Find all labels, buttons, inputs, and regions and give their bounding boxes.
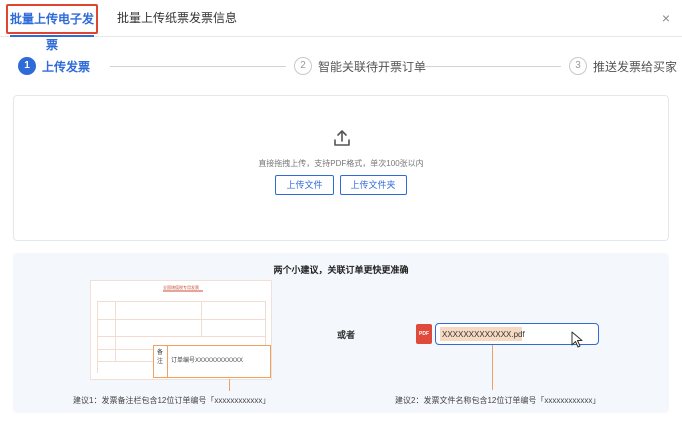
progress-steps: 1 上传发票 2 智能关联待开票订单 3 推送发票给买家 (18, 55, 677, 77)
remark-label: 备注 (157, 350, 164, 365)
invoice-sample-rule (97, 336, 265, 337)
pdf-file-icon: PDF (416, 324, 432, 344)
step-label: 上传发票 (42, 59, 91, 74)
step-upload-invoice: 1 上传发票 (18, 55, 90, 77)
invoice-sample-rule (97, 301, 265, 302)
step-label: 推送发票给买家 (593, 59, 678, 74)
or-separator: 或者 (337, 330, 356, 340)
upload-hint: 直接拖拽上传，支持PDF格式，单次100张以内 (258, 159, 424, 168)
step-link-orders: 2 智能关联待开票订单 (294, 55, 426, 77)
upload-buttons: 上传文件 上传文件夹 (14, 175, 668, 195)
tab-bar: 批量上传电子发票 批量上传纸票发票信息 × (0, 0, 682, 52)
tips-panel: 两个小建议，关联订单更快更准确 全国增值税专用发票 备注 订单编号XXXXXXX… (13, 253, 669, 413)
invoice-sample-underline (163, 290, 203, 292)
tab-batch-upload-e-invoice[interactable]: 批量上传电子发票 (6, 4, 98, 52)
callout-pointer (492, 345, 493, 390)
step-push-to-buyer: 3 推送发票给买家 (569, 55, 677, 77)
step-connector (110, 66, 286, 67)
upload-icon (334, 130, 350, 146)
tip-two: 建议2：发票文件名称包含12位订单编号「xxxxxxxxxxxx」 (395, 396, 601, 405)
step-number: 1 (18, 57, 36, 75)
callout-pointer (229, 379, 230, 391)
filename-text: XXXXXXXXXXXXX.pdf (442, 330, 525, 339)
invoice-sample-rule (97, 301, 98, 373)
tip-one: 建议1：发票备注栏包含12位订单编号「xxxxxxxxxxxx」 (73, 396, 271, 405)
step-connector (418, 66, 561, 67)
step-number: 3 (569, 57, 587, 75)
active-tab-indicator (10, 35, 94, 37)
invoice-sample-rule (115, 301, 116, 361)
invoice-sample-rule (97, 319, 265, 320)
upload-dropzone[interactable]: 直接拖拽上传，支持PDF格式，单次100张以内 上传文件 上传文件夹 (13, 95, 669, 241)
remark-callout: 备注 订单编号XXXXXXXXXXXX (153, 345, 271, 378)
close-icon[interactable]: × (662, 9, 670, 27)
invoice-sample-rule (201, 301, 202, 337)
upload-folder-button[interactable]: 上传文件夹 (339, 175, 407, 195)
tips-title: 两个小建议，关联订单更快更准确 (273, 265, 409, 275)
remark-divider (167, 346, 168, 377)
upload-file-button[interactable]: 上传文件 (275, 175, 334, 195)
mouse-cursor-icon (571, 331, 583, 348)
step-label: 智能关联待开票订单 (318, 59, 427, 74)
step-number: 2 (294, 57, 312, 75)
remark-order-number: 订单编号XXXXXXXXXXXX (171, 358, 244, 364)
tab-batch-upload-paper-invoice[interactable]: 批量上传纸票发票信息 (117, 0, 237, 37)
